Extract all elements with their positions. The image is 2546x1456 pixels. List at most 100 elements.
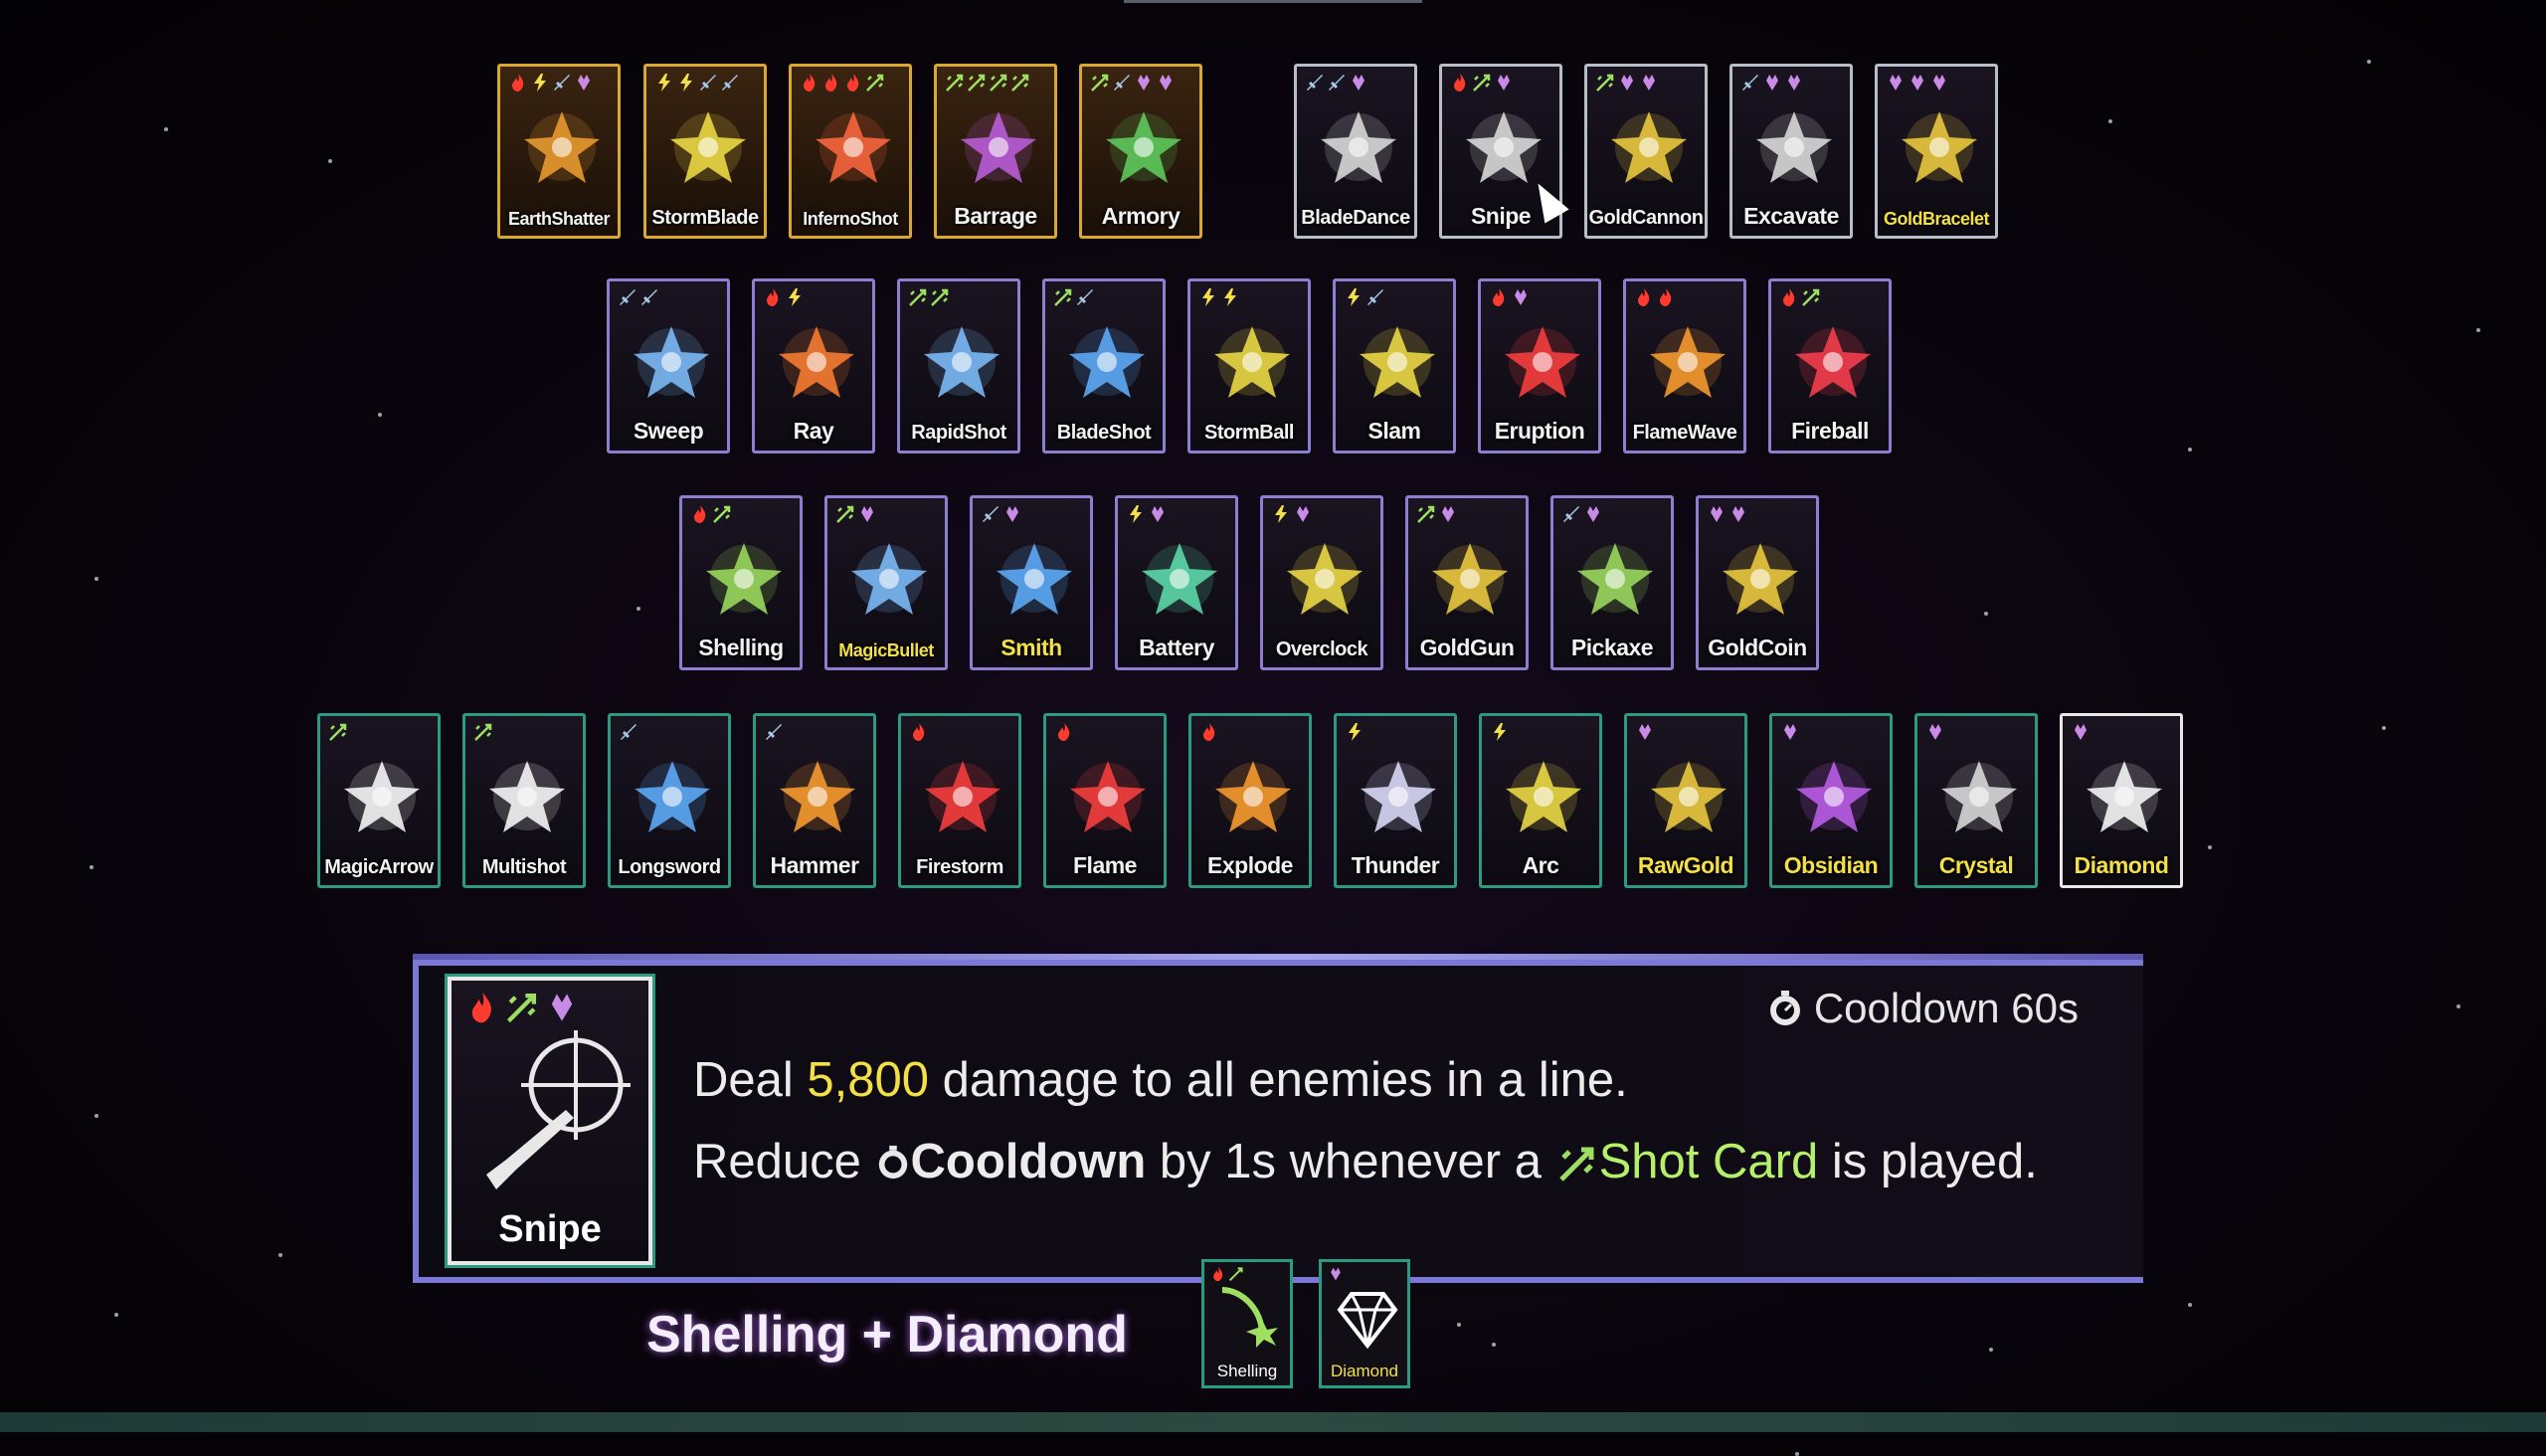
top-divider: [1124, 0, 1422, 3]
lightning-symbol-icon: [1224, 288, 1236, 306]
card-flame[interactable]: Flame: [1043, 713, 1167, 888]
card-art: [911, 742, 1014, 851]
card-obsidian[interactable]: Obsidian: [1769, 713, 1893, 888]
card-art: [692, 524, 796, 634]
sweep-icon: [634, 326, 709, 398]
card-rapidshot[interactable]: RapidShot: [897, 278, 1020, 454]
diamond-icon: [2087, 761, 2162, 832]
combo-card-label: Shelling: [1216, 1362, 1278, 1380]
card-battery[interactable]: Battery: [1115, 495, 1238, 670]
card-symbols: [1595, 73, 1659, 94]
snipe-scope-icon: [486, 1030, 631, 1189]
card-label: Crystal: [1938, 852, 2014, 878]
gem-symbol-icon: [1639, 724, 1651, 740]
lightning-symbol-icon: [1349, 723, 1361, 741]
card-symbols: [981, 504, 1022, 526]
sword-symbol-icon: [1114, 75, 1130, 91]
card-excavate[interactable]: Excavate: [1729, 64, 1853, 239]
card-fireball[interactable]: Fireball: [1768, 278, 1892, 454]
card-multishot[interactable]: Multishot: [462, 713, 586, 888]
card-infernoshot[interactable]: InfernoShot: [789, 64, 912, 239]
card-symbols: [1345, 722, 1364, 744]
card-label: Overclock: [1275, 638, 1368, 660]
shot-symbol-icon: [1011, 74, 1029, 91]
lightning-symbol-icon: [1202, 288, 1214, 306]
card-symbols: [1779, 287, 1821, 309]
card-magicbullet[interactable]: MagicBullet: [824, 495, 948, 670]
card-hammer[interactable]: Hammer: [753, 713, 876, 888]
card-art: [656, 92, 760, 202]
card-art: [1709, 524, 1812, 634]
card-symbols: [1489, 287, 1531, 309]
card-stormball[interactable]: StormBall: [1187, 278, 1311, 454]
lightning-symbol-icon: [1348, 288, 1360, 306]
card-goldcannon[interactable]: GoldCannon: [1584, 64, 1708, 239]
card-firestorm[interactable]: Firestorm: [898, 713, 1021, 888]
card-art: [1636, 307, 1739, 417]
card-label: StormBlade: [651, 207, 759, 229]
gem-symbol-icon: [1498, 75, 1510, 91]
card-label: Fireball: [1791, 418, 1869, 444]
desc2-prefix: Reduce: [693, 1135, 875, 1188]
card-ray[interactable]: Ray: [752, 278, 875, 454]
card-barrage[interactable]: Barrage: [934, 64, 1057, 239]
card-stormblade[interactable]: StormBlade: [643, 64, 767, 239]
card-smith[interactable]: Smith: [970, 495, 1093, 670]
card-explode[interactable]: Explode: [1188, 713, 1312, 888]
card-rawgold[interactable]: RawGold: [1624, 713, 1747, 888]
shelling-icon: [1221, 1287, 1278, 1348]
card-crystal[interactable]: Crystal: [1914, 713, 2038, 888]
card-armory[interactable]: Armory: [1079, 64, 1202, 239]
shelling-icon: [706, 543, 782, 615]
card-symbols: [1053, 287, 1095, 309]
desc1-suffix: damage to all enemies in a line.: [929, 1053, 1628, 1107]
card-symbols: [764, 722, 784, 744]
card-arc[interactable]: Arc: [1479, 713, 1602, 888]
card-sweep[interactable]: Sweep: [607, 278, 730, 454]
card-overclock[interactable]: Overclock: [1260, 495, 1383, 670]
card-art: [1128, 524, 1231, 634]
card-label: RawGold: [1637, 852, 1734, 878]
card-label: Armory: [1101, 203, 1181, 229]
detail-card[interactable]: Snipe: [445, 974, 655, 1268]
combo-card-shelling[interactable]: Shelling: [1201, 1259, 1293, 1388]
obsidian-icon: [1796, 761, 1872, 832]
card-goldbracelet[interactable]: GoldBracelet: [1875, 64, 1998, 239]
card-art: [1491, 307, 1594, 417]
fire-symbol-icon: [694, 505, 706, 523]
fire-symbol-icon: [1660, 288, 1672, 306]
gem-symbol-icon: [1929, 724, 1941, 740]
card-shelling[interactable]: Shelling: [679, 495, 803, 670]
gem-symbol-icon: [1732, 506, 1744, 522]
card-earthshatter[interactable]: EarthShatter: [497, 64, 621, 239]
thunder-icon: [1361, 761, 1436, 832]
star: [1989, 1348, 1993, 1352]
card-longsword[interactable]: Longsword: [608, 713, 731, 888]
magicbullet-icon: [851, 543, 927, 615]
combo-card-diamond[interactable]: Diamond: [1319, 1259, 1410, 1388]
card-pickaxe[interactable]: Pickaxe: [1550, 495, 1674, 670]
card-symbols: [1199, 722, 1219, 744]
sword-symbol-icon: [641, 289, 657, 305]
card-goldcoin[interactable]: GoldCoin: [1696, 495, 1819, 670]
card-slam[interactable]: Slam: [1333, 278, 1456, 454]
card-magicarrow[interactable]: MagicArrow: [317, 713, 441, 888]
card-bladedance[interactable]: BladeDance: [1294, 64, 1417, 239]
card-bladeshot[interactable]: BladeShot: [1042, 278, 1166, 454]
card-eruption[interactable]: Eruption: [1478, 278, 1601, 454]
card-art: [765, 307, 868, 417]
goldgun-icon: [1432, 543, 1508, 615]
card-symbols: [654, 73, 740, 94]
rapidshot-icon: [924, 326, 1000, 398]
card-label: StormBall: [1204, 422, 1294, 444]
gem-symbol-icon: [1643, 75, 1655, 91]
card-flamewave[interactable]: FlameWave: [1623, 278, 1746, 454]
cooldown-inline-icon: [878, 1145, 907, 1180]
multishot-icon: [489, 761, 565, 832]
star: [2188, 1303, 2192, 1307]
lightning-symbol-icon: [1275, 505, 1287, 523]
card-diamond[interactable]: Diamond: [2060, 713, 2183, 888]
card-thunder[interactable]: Thunder: [1334, 713, 1457, 888]
card-goldgun[interactable]: GoldGun: [1405, 495, 1529, 670]
card-art: [1055, 307, 1159, 417]
